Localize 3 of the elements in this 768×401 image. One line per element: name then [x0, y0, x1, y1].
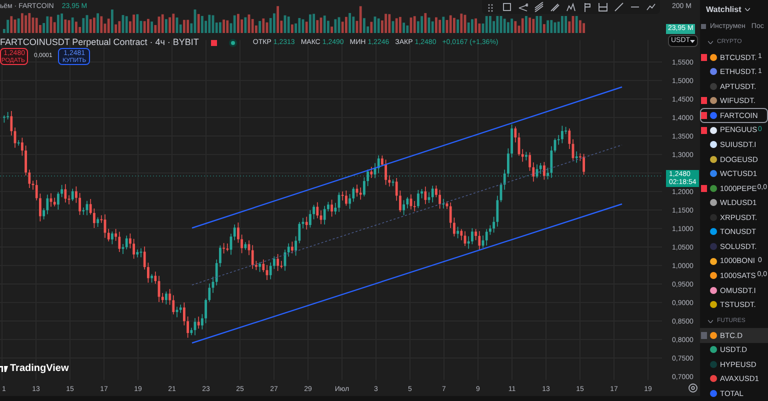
watchlist-title[interactable]: Watchlist: [706, 4, 742, 16]
symbol-title: FARTCOINUSDT Perpetual Contract · 4ч · BYBIT: [0, 36, 199, 49]
logo-text: TradingView: [10, 362, 69, 376]
